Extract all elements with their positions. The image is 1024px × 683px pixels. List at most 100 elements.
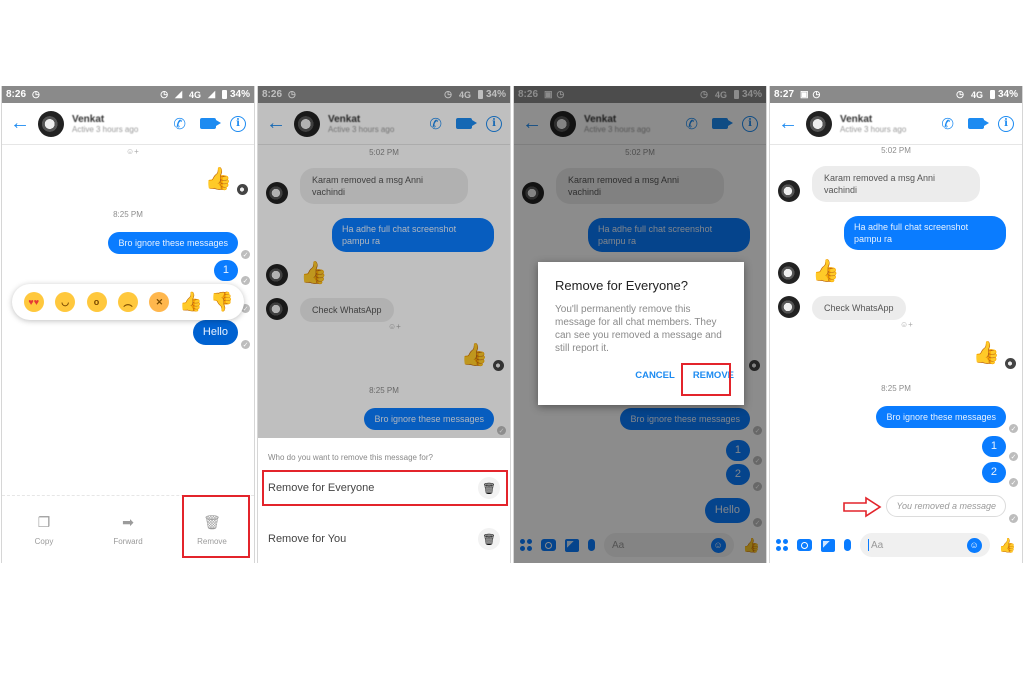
alarm-icon: ◷: [812, 89, 821, 99]
outgoing-message[interactable]: 1: [981, 436, 1006, 457]
phone-icon[interactable]: ✆: [173, 115, 186, 133]
highlight-box: [262, 470, 508, 506]
message-input[interactable]: Aa ☺: [860, 533, 990, 557]
status-bar: 8:26 ◷ ◷ ◢ 4G ◢ 34%: [2, 86, 254, 103]
back-arrow-icon[interactable]: ←: [10, 112, 32, 135]
input-placeholder: Aa: [871, 539, 884, 551]
trash-icon: 🗑: [478, 528, 500, 550]
thumbs-up-sticker: 👍: [204, 166, 232, 191]
selected-message[interactable]: Hello: [192, 320, 238, 345]
alarm-icon: ◷: [956, 89, 964, 99]
thumbs-up-send-icon[interactable]: 👍: [999, 537, 1016, 554]
screen-confirm-dialog: 8:26 ▣ ◷ ◷ 4G 34% ← Venkat Active 3 hour…: [513, 86, 767, 563]
forward-action[interactable]: ➡ Forward: [86, 496, 170, 563]
network-type: 4G: [970, 89, 983, 100]
outgoing-message[interactable]: Bro ignore these messages: [876, 406, 1006, 429]
forward-label: Forward: [113, 536, 143, 546]
remove-for-you-option[interactable]: Remove for You 🗑: [258, 523, 510, 555]
timestamp: 8:25 PM: [881, 384, 911, 393]
camera-icon[interactable]: [797, 539, 812, 551]
video-call-icon[interactable]: [968, 118, 989, 129]
status-time: 8:27: [774, 89, 795, 100]
highlight-box: [681, 363, 731, 396]
incoming-message[interactable]: Karam removed a msg Anni vachindi: [812, 166, 980, 203]
screen-remove-sheet: 8:26 ◷ ◷ 4G 34% ← Venkat Active 3 hours …: [257, 86, 511, 563]
add-reaction-icon[interactable]: ☺+: [896, 319, 917, 330]
contact-status: Active 3 hours ago: [840, 124, 907, 134]
sender-avatar: [778, 180, 800, 202]
sad-emoji[interactable]: ︵: [117, 292, 138, 312]
contact-name[interactable]: Venkat: [72, 114, 159, 125]
chat-header: ← Venkat Active 3 hours ago ✆ i: [2, 103, 254, 145]
delivered-check-icon: ✓: [241, 250, 250, 259]
option-label: Remove for You: [268, 533, 347, 545]
signal-icon: ◢: [208, 89, 215, 99]
sender-avatar: [778, 296, 800, 318]
chat-thread: 5:02 PM Karam removed a msg Anni vachind…: [770, 146, 1022, 563]
emoji-icon[interactable]: ☺: [966, 537, 982, 553]
gallery-icon[interactable]: [821, 538, 835, 552]
outgoing-message[interactable]: Bro ignore these messages: [108, 232, 238, 255]
delivered-check-icon: ✓: [1009, 452, 1018, 461]
info-icon[interactable]: i: [998, 115, 1014, 132]
more-apps-icon[interactable]: [776, 539, 788, 551]
timestamp: 5:02 PM: [881, 146, 911, 155]
phone-icon[interactable]: ✆: [941, 115, 954, 133]
angry-emoji[interactable]: ✕: [149, 292, 170, 312]
thumbs-down-emoji[interactable]: 👎: [210, 292, 234, 313]
info-icon[interactable]: i: [230, 115, 246, 132]
alarm-icon: ◷: [160, 89, 169, 99]
status-bar: 8:27 ▣ ◷ ◷ 4G 34%: [770, 86, 1022, 103]
chat-header: ← Venkat Active 3 hours ago ✆ i: [770, 103, 1022, 145]
screen-message-removed: 8:27 ▣ ◷ ◷ 4G 34% ← Venkat Active 3 hour…: [769, 86, 1023, 563]
cancel-button[interactable]: CANCEL: [633, 364, 677, 387]
battery-icon: [989, 90, 995, 99]
video-call-icon[interactable]: [200, 118, 221, 129]
copy-action[interactable]: ❐ Copy: [2, 496, 86, 563]
signal-icon: ◢: [175, 89, 183, 99]
network-type: 4G: [189, 89, 202, 100]
dialog-title: Remove for Everyone?: [555, 278, 688, 293]
delivered-check-icon: ✓: [1009, 478, 1018, 487]
copy-label: Copy: [34, 536, 54, 546]
text-cursor: [868, 539, 869, 551]
battery-icon: [221, 90, 227, 99]
contact-name[interactable]: Venkat: [840, 114, 927, 125]
microphone-icon[interactable]: [844, 539, 851, 551]
outgoing-message[interactable]: 2: [981, 462, 1006, 483]
incoming-message[interactable]: Check WhatsApp: [812, 296, 906, 321]
contact-status: Active 3 hours ago: [72, 124, 139, 134]
dim-overlay[interactable]: [258, 86, 510, 438]
sender-avatar: [778, 262, 800, 284]
wow-emoji[interactable]: o: [86, 292, 107, 312]
heart-eyes-emoji[interactable]: ♥♥: [23, 292, 44, 312]
removed-message-placeholder: You removed a message: [886, 495, 1006, 517]
laughing-emoji[interactable]: ◡: [55, 292, 76, 312]
copy-icon: ❐: [37, 513, 51, 530]
battery-level: 34%: [997, 89, 1018, 100]
forward-icon: ➡: [122, 513, 134, 530]
delivered-check-icon: ✓: [241, 276, 250, 285]
back-arrow-icon[interactable]: ←: [778, 112, 800, 135]
contact-avatar[interactable]: [38, 110, 64, 137]
outgoing-message[interactable]: 1: [213, 260, 238, 281]
delivered-check-icon: ✓: [1009, 424, 1018, 433]
add-reaction-icon[interactable]: ☺+: [122, 146, 143, 157]
status-time: 8:26: [6, 89, 27, 100]
timestamp: 8:25 PM: [113, 210, 143, 219]
highlight-box: [182, 495, 250, 558]
red-arrow-annotation: [843, 496, 882, 518]
contact-avatar[interactable]: [806, 110, 832, 137]
outgoing-message[interactable]: Ha adhe full chat screenshot pampu ra: [844, 216, 1006, 251]
seen-avatar: [1005, 358, 1016, 369]
thumbs-up-sticker: 👍: [812, 258, 840, 283]
delivered-check-icon: ✓: [241, 340, 250, 349]
sheet-question: Who do you want to remove this message f…: [268, 453, 433, 462]
dialog-body: You'll permanently remove this message f…: [555, 304, 722, 354]
thumbs-up-sticker: 👍: [972, 340, 1000, 365]
delivered-check-icon: ✓: [1009, 514, 1018, 523]
alarm-icon: ◷: [32, 89, 40, 99]
thumbs-up-emoji[interactable]: 👍: [179, 292, 203, 313]
message-composer: Aa ☺ 👍: [770, 527, 1022, 563]
battery-level: 34%: [229, 89, 250, 100]
